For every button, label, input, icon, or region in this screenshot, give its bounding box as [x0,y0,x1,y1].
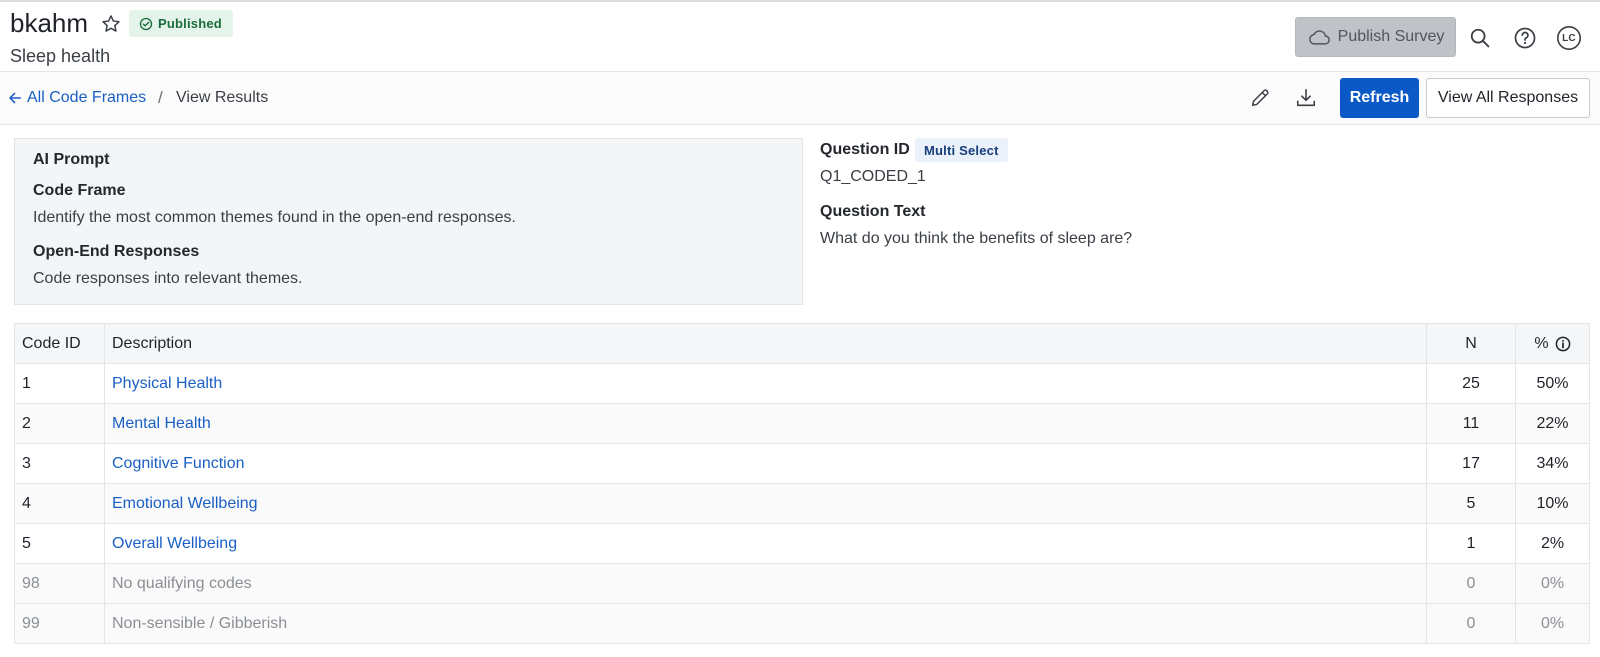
description-cell: Mental Health [105,404,1427,443]
code-id-cell: 3 [15,444,105,483]
ai-prompt-title: AI Prompt [33,151,110,168]
publish-survey-button[interactable]: Publish Survey [1295,17,1456,57]
description-cell: Physical Health [105,364,1427,403]
question-text-label: Question Text [820,203,926,220]
n-cell: 17 [1427,444,1516,483]
table-row: 98 No qualifying codes 0 0% [15,564,1589,604]
question-id-value: Q1_CODED_1 [820,168,926,185]
view-all-responses-button[interactable]: View All Responses [1426,78,1590,118]
code-frame-text: Identify the most common themes found in… [33,209,516,226]
code-id-cell: 5 [15,524,105,563]
code-id-cell: 99 [15,604,105,643]
table-row: 3 Cognitive Function 17 34% [15,444,1589,484]
status-badge: Published [129,10,233,37]
description-cell: Non-sensible / Gibberish [105,604,1427,643]
header-n: N [1427,324,1516,363]
code-link[interactable]: Cognitive Function [112,455,245,473]
n-cell: 11 [1427,404,1516,443]
question-type-badge: Multi Select [915,138,1008,162]
survey-subtitle: Sleep health [10,46,111,66]
results-table: Code ID Description N % 1 Physical Healt… [14,323,1590,644]
avatar[interactable]: LC [1556,25,1582,51]
table-header-row: Code ID Description N % [15,324,1589,364]
back-to-code-frames-link[interactable]: All Code Frames [8,89,146,107]
n-cell: 1 [1427,524,1516,563]
code-link[interactable]: Physical Health [112,375,222,393]
search-icon[interactable] [1467,25,1493,51]
n-cell: 0 [1427,564,1516,603]
pct-cell: 34% [1536,454,1569,472]
n-cell: 25 [1427,364,1516,403]
table-row: 2 Mental Health 11 22% [15,404,1589,444]
toolbar: All Code Frames / View Results Refresh V… [0,72,1600,125]
avatar-initials: LC [1562,32,1576,44]
code-id-cell: 1 [15,364,105,403]
table-row: 4 Emotional Wellbeing 5 10% [15,484,1589,524]
status-badge-label: Published [158,16,222,31]
breadcrumb-separator: / [158,88,163,107]
header-code-id: Code ID [15,324,105,363]
header-description: Description [105,324,1427,363]
pct-cell: 10% [1536,494,1569,512]
code-link[interactable]: Overall Wellbeing [112,535,237,553]
code-frame-heading: Code Frame [33,182,126,199]
n-cell: 0 [1427,604,1516,643]
code-link[interactable]: Emotional Wellbeing [112,495,258,513]
code-id-cell: 2 [15,404,105,443]
description-cell: Emotional Wellbeing [105,484,1427,523]
header-pct-label: % [1534,334,1549,352]
info-icon[interactable] [1555,336,1571,352]
open-end-heading: Open-End Responses [33,243,200,260]
publish-survey-label: Publish Survey [1337,28,1445,45]
breadcrumb-current: View Results [176,89,269,106]
table-row: 99 Non-sensible / Gibberish 0 0% [15,604,1589,644]
check-circle-icon [139,17,153,31]
page-header: bkahm Published Sleep health Publish Sur… [0,2,1600,72]
refresh-button[interactable]: Refresh [1340,78,1419,118]
back-link-label: All Code Frames [27,89,147,106]
description-cell: No qualifying codes [105,564,1427,603]
ai-prompt-panel: AI Prompt Code Frame Identify the most c… [14,138,803,305]
description-cell: Cognitive Function [105,444,1427,483]
open-end-text: Code responses into relevant themes. [33,270,303,287]
survey-title: bkahm [10,8,89,38]
download-icon[interactable] [1293,85,1319,111]
n-cell: 5 [1427,484,1516,523]
header-pct: % [1516,324,1589,363]
pct-cell: 22% [1536,414,1569,432]
code-id-cell: 98 [15,564,105,603]
pencil-icon[interactable] [1247,85,1273,111]
help-icon[interactable] [1512,25,1538,51]
description-cell: Overall Wellbeing [105,524,1427,563]
pct-cell: 0% [1540,614,1565,632]
table-row: 5 Overall Wellbeing 1 2% [15,524,1589,564]
table-row: 1 Physical Health 25 50% [15,364,1589,404]
question-text-value: What do you think the benefits of sleep … [820,230,1133,247]
pct-cell: 50% [1536,374,1569,392]
code-id-cell: 4 [15,484,105,523]
cloud-icon [1307,28,1331,46]
star-icon[interactable] [100,13,122,35]
pct-cell: 2% [1540,534,1565,552]
question-id-label: Question ID [820,141,910,158]
code-link[interactable]: Mental Health [112,415,211,433]
arrow-left-icon [8,91,22,105]
pct-cell: 0% [1540,574,1565,592]
